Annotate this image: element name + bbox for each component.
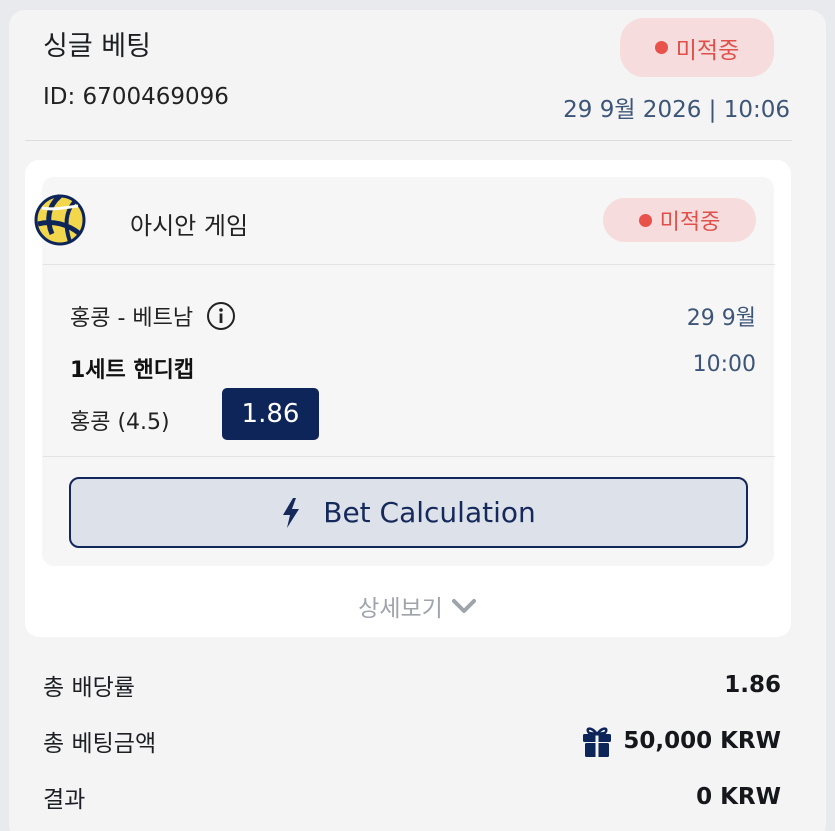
match-time: 10:00: [692, 352, 756, 377]
lightning-icon: [283, 497, 300, 528]
info-icon[interactable]: [206, 301, 236, 331]
event-status-label: 미적중: [659, 210, 721, 235]
total-stake-label: 총 베팅금액: [43, 731, 157, 757]
divider: [25, 140, 792, 141]
total-odds-value: 1.86: [724, 672, 781, 698]
total-odds-label: 총 배당률: [43, 675, 135, 701]
bet-calculation-button[interactable]: Bet Calculation: [69, 477, 748, 548]
details-label: 상세보기: [358, 596, 443, 622]
total-odds-row: 총 배당률 1.86: [43, 668, 781, 702]
total-stake-row: 총 베팅금액 50,000 KRW: [43, 724, 781, 758]
match-date: 29 9월: [686, 306, 756, 331]
volleyball-icon: [34, 194, 86, 246]
bet-calculation-label: Bet Calculation: [323, 496, 536, 529]
match-row: 홍콩 - 베트남: [70, 300, 236, 332]
league-name: 아시안 게임: [130, 212, 249, 240]
status-dot-icon: [654, 41, 668, 54]
result-value: 0 KRW: [696, 784, 781, 810]
ticket-title: 싱글 베팅: [43, 31, 151, 62]
total-stake: 50,000 KRW: [581, 724, 781, 758]
selection-pick: 홍콩 (4.5): [70, 410, 170, 435]
gift-icon: [583, 727, 612, 757]
details-toggle[interactable]: 상세보기: [0, 589, 835, 623]
ticket-datetime: 29 9월 2026 | 10:06: [563, 97, 790, 123]
match-name: 홍콩 - 베트남: [70, 306, 194, 331]
status-dot-icon: [638, 213, 652, 227]
chevron-down-icon: [451, 599, 476, 613]
total-stake-value: 50,000 KRW: [623, 728, 781, 754]
ticket-id: ID: 6700469096: [43, 84, 229, 110]
result-row: 결과 0 KRW: [43, 780, 781, 814]
market-name: 1세트 핸디캡: [70, 358, 195, 383]
divider: [43, 456, 775, 457]
event-status-badge: 미적중: [603, 198, 756, 242]
divider: [43, 264, 775, 265]
ticket-status-badge: 미적중: [620, 18, 774, 77]
ticket-status-label: 미적중: [675, 37, 740, 64]
result-label: 결과: [43, 787, 86, 813]
odds-badge: 1.86: [222, 388, 319, 440]
